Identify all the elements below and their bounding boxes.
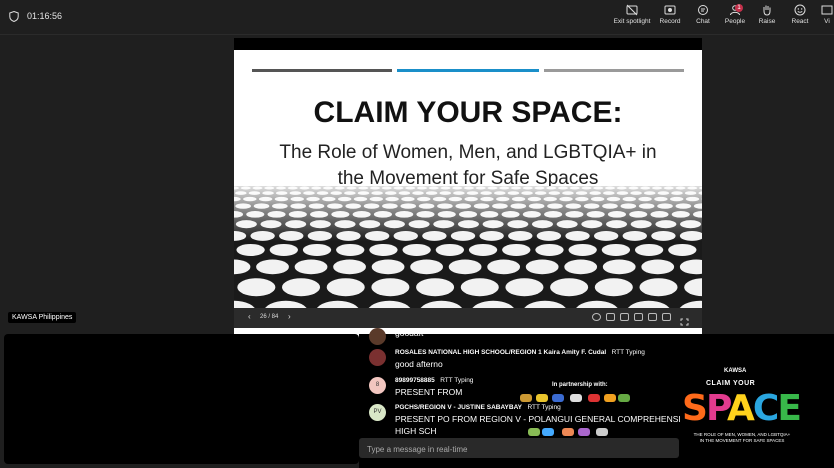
smile-icon — [794, 4, 806, 16]
slide-subtitle: The Role of Women, Men, and LGBTQIA+ in … — [234, 140, 702, 192]
captions-icon[interactable] — [620, 313, 629, 321]
slide-subtitle-line-1: The Role of Women, Men, and LGBTQIA+ in — [279, 142, 657, 163]
partner-logo — [536, 394, 548, 402]
record-button[interactable]: Record — [655, 4, 685, 32]
people-label: People — [724, 18, 746, 25]
record-icon — [664, 5, 676, 15]
partner-logo — [618, 394, 630, 402]
raise-hand-button[interactable]: Raise — [754, 4, 780, 32]
partnership-title: In partnership with: — [552, 382, 608, 388]
react-label: React — [791, 18, 809, 25]
partner-logo — [570, 394, 582, 402]
partner-logo — [528, 428, 540, 436]
shared-content-stage: CLAIM YOUR SPACE: The Role of Women, Men… — [234, 38, 702, 350]
slide-accent-bar-left — [252, 69, 392, 72]
exit-spotlight-button[interactable]: Exit spotlight — [612, 4, 652, 32]
slide-control-bar: ‹ 26 / 84 › — [234, 308, 702, 328]
partner-logo — [588, 394, 600, 402]
slide-accent-bar-right — [544, 69, 684, 72]
view-label: Vi — [824, 18, 830, 25]
avatar — [369, 349, 386, 366]
react-button[interactable]: React — [786, 4, 814, 32]
partner-logo — [604, 394, 616, 402]
chat-sender: 89899758885 RTT Typing — [395, 377, 474, 384]
zoom-icon[interactable] — [592, 313, 601, 321]
chat-message-text: goodaft — [395, 328, 424, 338]
partnership-logos: In partnership with: — [520, 382, 680, 438]
space-wordmark: SPACE — [682, 388, 802, 429]
chat-message-text: good afterno — [395, 359, 443, 369]
avatar — [369, 328, 386, 345]
partner-logo — [552, 394, 564, 402]
chat-message: ROSALES NATIONAL HIGH SCHOOL/REGION 1 Ka… — [369, 349, 699, 371]
fullscreen-icon[interactable] — [680, 313, 689, 326]
people-badge: 1 — [735, 4, 743, 12]
view-button[interactable]: Vi — [820, 4, 834, 32]
claim-your-text: CLAIM YOUR — [706, 380, 756, 387]
top-divider — [0, 34, 834, 35]
view-icon — [821, 5, 833, 15]
meeting-top-bar: 01:16:56 Exit spotlight Record Chat 1 Pe… — [0, 0, 834, 34]
previous-slide-button[interactable]: ‹ — [248, 312, 251, 321]
exit-spotlight-label: Exit spotlight — [613, 18, 651, 25]
record-label: Record — [659, 18, 681, 25]
partner-logo — [562, 428, 574, 436]
chat-button[interactable]: Chat — [690, 4, 716, 32]
chat-message-input[interactable] — [365, 441, 669, 457]
meeting-timer: 01:16:56 — [27, 11, 63, 21]
slide-disc-pattern-image — [234, 186, 702, 324]
partner-logo — [520, 394, 532, 402]
chat-input-box[interactable] — [359, 438, 679, 458]
kawsa-logo-text: KAWSA — [724, 368, 747, 374]
avatar: 8 — [369, 377, 386, 394]
popout-icon[interactable] — [648, 313, 657, 321]
slide-title: CLAIM YOUR SPACE: — [313, 96, 623, 129]
partner-logo — [578, 428, 590, 436]
presentation-slide: CLAIM YOUR SPACE: The Role of Women, Men… — [234, 50, 702, 350]
avatar: PV — [369, 404, 386, 421]
slide-accent-bar-middle — [397, 69, 539, 72]
video-tile-panel — [4, 334, 359, 464]
chat-label: Chat — [696, 18, 710, 25]
grid-icon[interactable] — [662, 313, 671, 321]
partner-logo — [542, 428, 554, 436]
chat-icon — [698, 5, 708, 15]
presenter-name-tag: KAWSA Philippines — [8, 312, 77, 323]
chat-sender: ROSALES NATIONAL HIGH SCHOOL/REGION 1 Ka… — [395, 349, 645, 356]
hand-icon — [763, 5, 771, 16]
logo-tagline: THE ROLE OF MEN, WOMEN, AND LGBTQIA+ IN … — [693, 432, 791, 443]
people-button[interactable]: 1 People — [721, 4, 749, 32]
fit-icon[interactable] — [606, 313, 615, 321]
raise-label: Raise — [758, 18, 776, 25]
chat-message: goodaft — [369, 328, 669, 346]
exit-spotlight-icon — [626, 4, 638, 16]
shield-icon — [9, 11, 19, 22]
next-slide-button[interactable]: › — [288, 312, 291, 321]
translate-icon[interactable] — [634, 313, 643, 321]
partner-logo — [596, 428, 608, 436]
chat-message-text-continued: HIGH SCH — [395, 426, 437, 436]
claim-your-space-logo: KAWSA CLAIM YOUR SPACE THE ROLE OF MEN, … — [680, 368, 802, 452]
slide-page-indicator: 26 / 84 — [260, 314, 279, 320]
chat-message-text: PRESENT FROM — [395, 387, 463, 397]
